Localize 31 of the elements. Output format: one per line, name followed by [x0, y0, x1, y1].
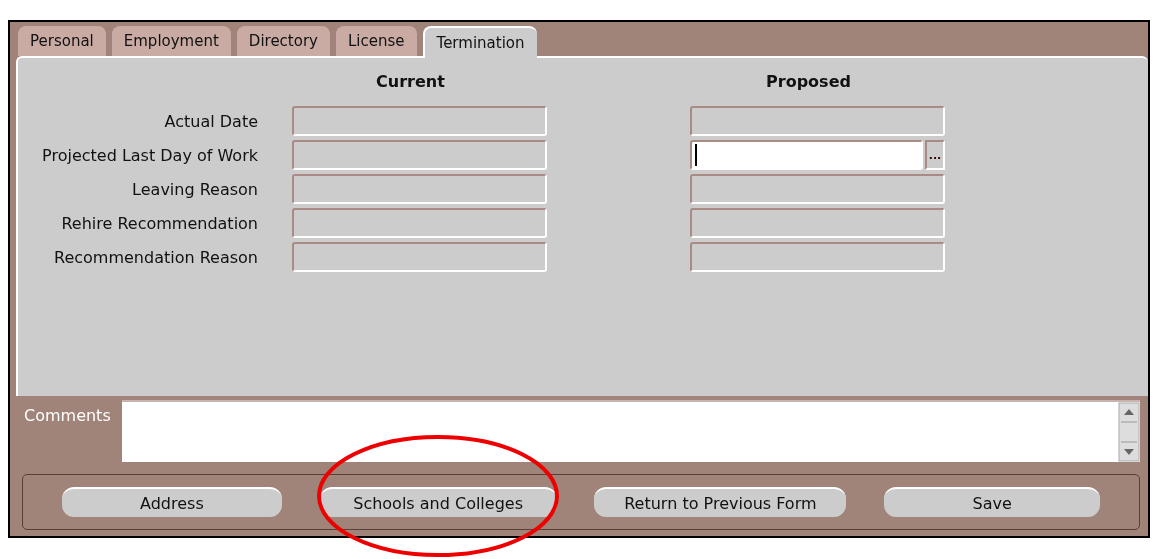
input-field[interactable] [690, 106, 945, 136]
column-heading: Current [375, 72, 446, 93]
scrollbar-drawing[interactable] [1118, 402, 1140, 462]
input-field[interactable] [690, 242, 945, 272]
action-button[interactable]: Return to Previous Form [594, 487, 847, 517]
input-field[interactable] [292, 140, 547, 170]
input-field[interactable] [690, 174, 945, 204]
text-caret [695, 144, 697, 166]
field-label: Leaving Reason [131, 179, 259, 199]
field-label: Projected Last Day of Work [41, 145, 259, 165]
input-field[interactable] [292, 242, 547, 272]
tab[interactable]: Termination [422, 26, 537, 58]
tab[interactable]: Directory [236, 26, 330, 56]
field-label: Recommendation Reason [53, 247, 259, 267]
tab[interactable]: License [335, 26, 417, 56]
field-label: Rehire Recommendation [60, 213, 259, 233]
list-of-values-button[interactable]: ... [925, 140, 945, 170]
action-button[interactable]: Address [61, 487, 282, 517]
comments-field[interactable] [122, 400, 1140, 462]
action-button[interactable]: Schools and Colleges [319, 487, 557, 517]
tab[interactable]: Employment [111, 26, 231, 56]
input-field[interactable] [690, 208, 945, 238]
action-button[interactable]: Save [884, 487, 1101, 517]
tab[interactable]: Personal [18, 26, 106, 56]
input-field[interactable] [292, 106, 547, 136]
input-field[interactable] [292, 208, 547, 238]
field-label: Comments [23, 405, 112, 427]
column-heading: Proposed [765, 72, 852, 93]
field-label: Actual Date [163, 111, 259, 131]
input-field[interactable] [292, 174, 547, 204]
input-field[interactable] [690, 140, 923, 170]
